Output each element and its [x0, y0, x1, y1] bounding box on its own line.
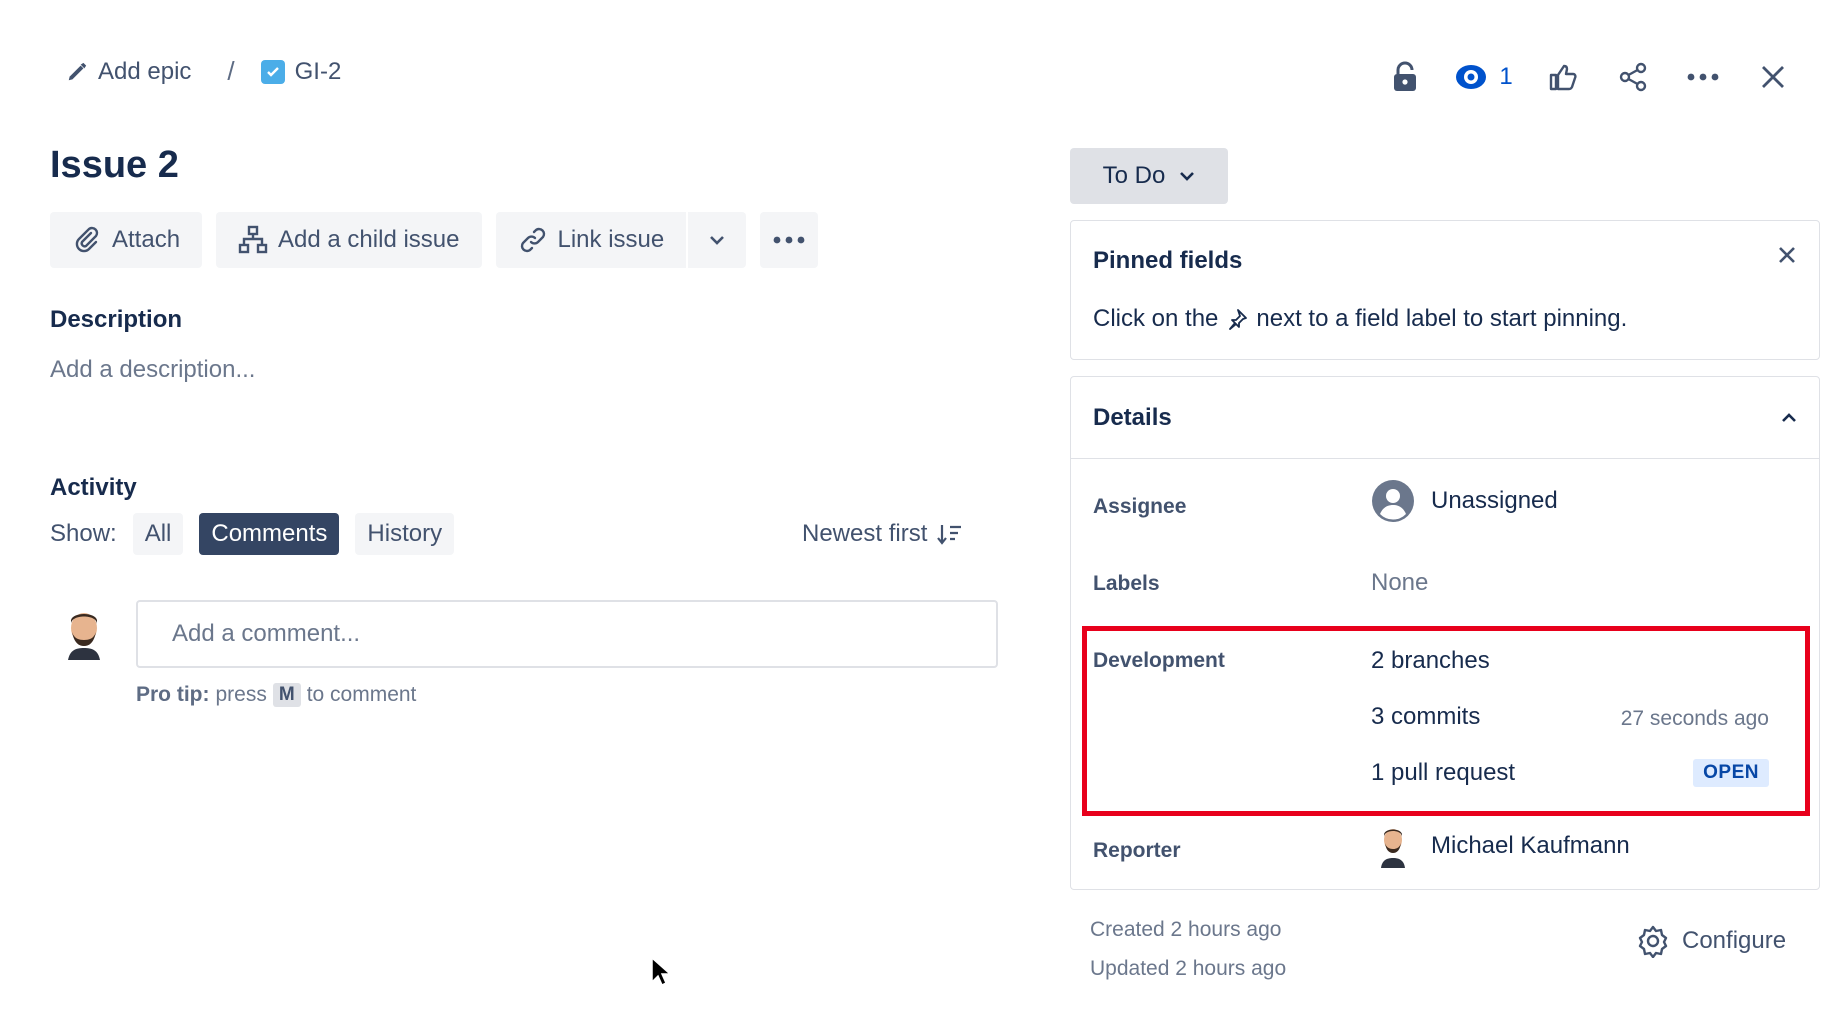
activity-heading: Activity	[50, 474, 137, 501]
issue-header-actions: 1	[1370, 54, 1808, 100]
breadcrumb: Add epic / GI-2	[66, 56, 341, 87]
reporter-field[interactable]: Michael Kaufmann	[1371, 824, 1630, 868]
status-dropdown[interactable]: To Do	[1070, 148, 1228, 204]
pinned-fields-hint: Click on the next to a field label to st…	[1093, 305, 1627, 333]
created-timestamp: Created 2 hours ago	[1090, 918, 1282, 941]
pin-icon	[1226, 308, 1248, 330]
filter-history[interactable]: History	[355, 513, 455, 555]
details-title: Details	[1093, 403, 1172, 431]
description-heading: Description	[50, 306, 183, 333]
watch-count: 1	[1499, 63, 1513, 90]
pro-tip-pre: press	[215, 683, 267, 706]
pinned-fields-close-button[interactable]	[1777, 245, 1797, 265]
assignee-field[interactable]: Unassigned	[1371, 479, 1558, 523]
labels-label: Labels	[1093, 572, 1160, 595]
thumbs-up-icon	[1549, 63, 1577, 91]
add-epic-label: Add epic	[98, 57, 192, 85]
pinned-hint-pre: Click on the	[1093, 305, 1219, 332]
pinned-hint-post: next to a field label to start pinning.	[1256, 305, 1628, 332]
link-issue-button[interactable]: Link issue	[495, 212, 687, 268]
details-header[interactable]: Details	[1071, 377, 1819, 459]
description-field[interactable]: Add a description...	[50, 356, 255, 384]
sort-order-button[interactable]: Newest first	[802, 520, 963, 548]
share-icon	[1618, 62, 1648, 92]
close-button[interactable]	[1738, 54, 1808, 100]
paperclip-icon	[72, 225, 102, 255]
current-user-avatar	[64, 610, 104, 660]
comment-input[interactable]: Add a comment...	[136, 600, 998, 668]
issue-key: GI-2	[294, 57, 342, 85]
reporter-label: Reporter	[1093, 839, 1181, 862]
more-issue-actions-button[interactable]	[760, 212, 819, 268]
labels-field[interactable]: None	[1371, 569, 1428, 597]
issue-action-bar: Attach Add a child issue Link issue	[50, 212, 819, 268]
gear-icon	[1636, 924, 1670, 958]
link-issue-group: Link issue	[495, 212, 747, 268]
lock-button[interactable]	[1370, 54, 1440, 100]
commits-link[interactable]: 3 commits	[1371, 703, 1480, 731]
assignee-value: Unassigned	[1431, 487, 1558, 514]
more-icon	[773, 236, 805, 244]
filter-all[interactable]: All	[132, 513, 184, 555]
pro-tip-post: to comment	[306, 683, 417, 706]
reporter-avatar	[1371, 824, 1415, 868]
share-button[interactable]	[1598, 54, 1668, 100]
pro-tip-key: M	[272, 683, 301, 707]
issue-key-link[interactable]: GI-2	[260, 57, 342, 86]
status-label: To Do	[1102, 162, 1166, 189]
chevron-down-icon	[1179, 171, 1195, 181]
link-issue-dropdown-button[interactable]	[688, 212, 747, 268]
assignee-label: Assignee	[1093, 495, 1187, 518]
add-child-issue-label: Add a child issue	[278, 226, 460, 253]
link-icon	[518, 225, 548, 255]
attach-button[interactable]: Attach	[50, 212, 203, 268]
more-actions-button[interactable]	[1668, 54, 1738, 100]
close-icon	[1777, 245, 1797, 265]
details-panel: Details Assignee Unassigned Labels None …	[1070, 376, 1820, 890]
pull-request-link[interactable]: 1 pull request	[1371, 759, 1515, 787]
development-label: Development	[1093, 649, 1225, 672]
show-label: Show:	[50, 520, 117, 547]
pro-tip-label: Pro tip:	[136, 683, 210, 706]
mouse-cursor-icon	[650, 956, 672, 988]
pencil-icon	[66, 61, 88, 83]
filter-comments[interactable]: Comments	[199, 513, 340, 555]
reporter-value: Michael Kaufmann	[1431, 832, 1630, 859]
pinned-fields-title: Pinned fields	[1093, 247, 1243, 274]
breadcrumb-separator: /	[227, 56, 235, 86]
more-icon	[1687, 73, 1719, 81]
configure-button[interactable]: Configure	[1636, 924, 1786, 958]
lock-icon	[1392, 61, 1418, 93]
sort-label: Newest first	[802, 520, 928, 547]
chevron-up-icon	[1781, 412, 1797, 423]
close-icon	[1760, 64, 1786, 90]
commits-timestamp: 27 seconds ago	[1620, 707, 1769, 730]
attach-label: Attach	[112, 226, 181, 253]
unassigned-avatar-icon	[1371, 479, 1415, 523]
pr-status-badge: OPEN	[1693, 759, 1769, 787]
pro-tip: Pro tip: press M to comment	[136, 683, 416, 707]
add-child-issue-button[interactable]: Add a child issue	[216, 212, 482, 268]
activity-filter-bar: Show: All Comments History	[50, 513, 455, 555]
configure-label: Configure	[1682, 927, 1787, 954]
updated-timestamp: Updated 2 hours ago	[1090, 957, 1287, 980]
pinned-fields-panel: Pinned fields Click on the next to a fie…	[1070, 220, 1820, 360]
add-epic-link[interactable]: Add epic	[66, 58, 191, 86]
hierarchy-icon	[238, 225, 268, 255]
branches-link[interactable]: 2 branches	[1371, 647, 1490, 675]
sort-icon	[937, 522, 963, 546]
like-button[interactable]	[1528, 54, 1598, 100]
link-issue-label: Link issue	[557, 226, 665, 253]
issue-title[interactable]: Issue 2	[50, 144, 179, 187]
watch-button[interactable]: 1	[1440, 54, 1528, 100]
task-checkbox-icon	[260, 59, 285, 84]
chevron-down-icon	[709, 235, 725, 245]
eye-icon	[1455, 64, 1487, 90]
